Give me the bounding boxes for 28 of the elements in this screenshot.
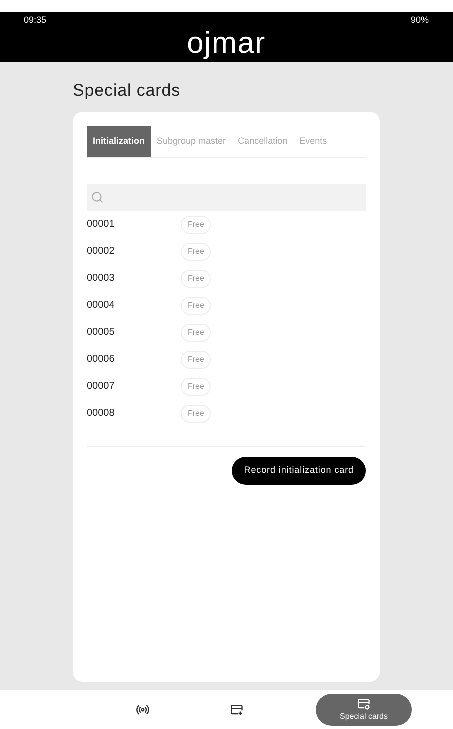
status-badge: Free bbox=[181, 350, 212, 368]
page-title: Special cards bbox=[73, 80, 182, 102]
tab[interactable]: Initialization bbox=[87, 126, 152, 157]
nav-item[interactable]: Special cards bbox=[316, 694, 412, 726]
card-number: 00006 bbox=[87, 353, 116, 367]
card-number: 00002 bbox=[87, 245, 116, 259]
status-badge: Free bbox=[181, 404, 212, 422]
status-badge: Free bbox=[181, 242, 212, 260]
card-number: 00001 bbox=[87, 218, 116, 232]
status-time: 09:35 bbox=[24, 14, 47, 27]
record-card-button[interactable]: Record initialization card bbox=[232, 457, 366, 484]
card-gear-icon bbox=[357, 696, 371, 710]
status-badge: Free bbox=[181, 216, 212, 234]
card-number: 00008 bbox=[87, 407, 116, 421]
card-number: 00005 bbox=[87, 326, 116, 340]
status-badge: Free bbox=[181, 378, 212, 396]
search-icon bbox=[91, 191, 104, 204]
search-field[interactable] bbox=[87, 184, 366, 211]
card-number: 00004 bbox=[87, 299, 116, 313]
card-plus-icon bbox=[230, 702, 244, 716]
signal-icon bbox=[136, 702, 150, 716]
app-logo: ojmar bbox=[187, 28, 266, 60]
status-badge: Free bbox=[181, 324, 212, 342]
battery-level: 90% bbox=[410, 14, 429, 27]
card-number: 00007 bbox=[87, 380, 116, 394]
status-badge: Free bbox=[181, 296, 212, 314]
card-number: 00003 bbox=[87, 272, 116, 286]
status-badge: Free bbox=[181, 270, 212, 288]
